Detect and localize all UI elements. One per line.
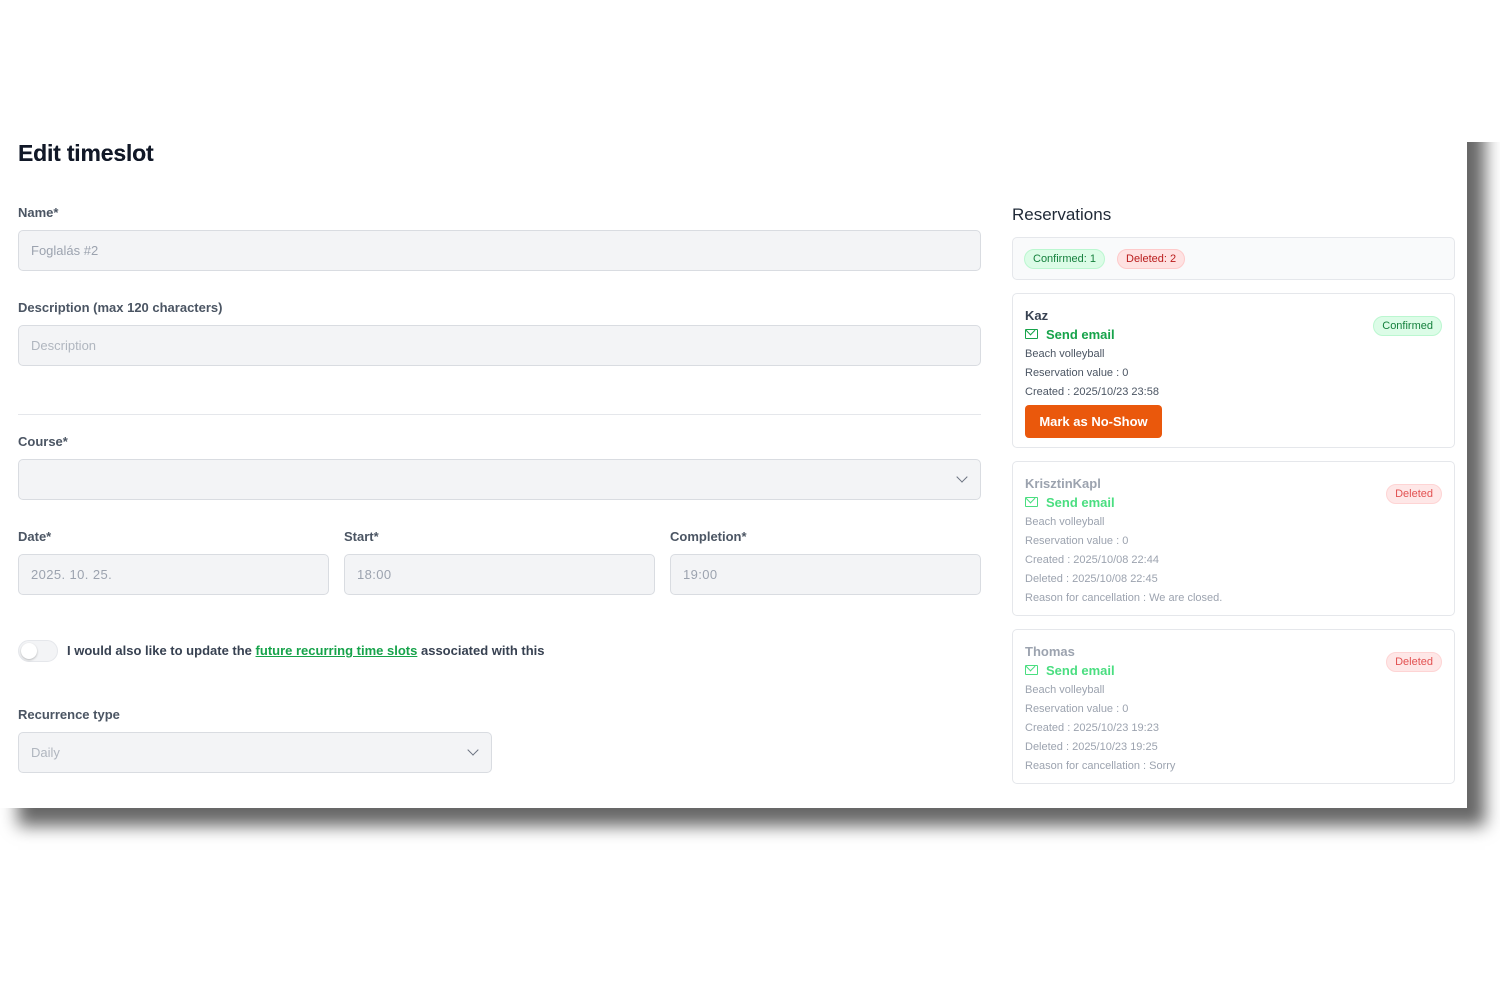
completion-time-input[interactable]: 19:00 [670,554,981,595]
mail-icon [1025,329,1038,339]
reservation-card: KrisztinKapl Send email Beach volleyball… [1012,461,1455,616]
description-label: Description (max 120 characters) [18,300,223,315]
chevron-down-icon [467,744,479,756]
description-input[interactable]: Description [18,325,981,366]
reservation-value: Reservation value : 0 [1025,703,1129,715]
update-recurring-toggle[interactable] [18,640,58,662]
reservation-deleted: Deleted : 2025/10/23 19:25 [1025,741,1158,753]
reservation-course: Beach volleyball [1025,348,1105,360]
status-badge: Confirmed [1373,316,1442,336]
update-recurring-label: I would also like to update the future r… [67,643,545,658]
reservation-course: Beach volleyball [1025,684,1105,696]
cancellation-reason: Reason for cancellation : Sorry [1025,760,1176,772]
send-email-link[interactable]: Send email [1025,663,1115,678]
deleted-count-badge: Deleted: 2 [1117,249,1186,269]
reservations-title: Reservations [1012,205,1112,224]
start-time-input[interactable]: 18:00 [344,554,655,595]
reservation-created: Created : 2025/10/23 19:23 [1025,722,1159,734]
recurrence-select-value: Daily [31,745,60,760]
reservation-name: Kaz [1025,308,1049,323]
mark-no-show-button[interactable]: Mark as No-Show [1025,405,1162,438]
start-label: Start* [344,529,379,544]
date-input[interactable]: 2025. 10. 25. [18,554,329,595]
cancellation-reason: Reason for cancellation : We are closed. [1025,592,1223,604]
reservation-card: Thomas Send email Beach volleyball Reser… [1012,629,1455,784]
reservation-deleted: Deleted : 2025/10/08 22:45 [1025,573,1158,585]
name-input[interactable]: Foglalás #2 [18,230,981,271]
top-whitespace [0,0,1500,142]
toggle-text-before: I would also like to update the [67,643,252,658]
mail-icon [1025,497,1038,507]
status-badge: Deleted [1386,652,1442,672]
reservation-name: KrisztinKapl [1025,476,1101,491]
reservation-course: Beach volleyball [1025,516,1105,528]
status-badge: Deleted [1386,484,1442,504]
reservation-created: Created : 2025/10/08 22:44 [1025,554,1159,566]
reservations-summary: Confirmed: 1 Deleted: 2 [1012,237,1455,280]
reservation-value: Reservation value : 0 [1025,535,1129,547]
toggle-text-after: associated with this [420,643,545,658]
send-email-label: Send email [1046,327,1115,342]
name-label: Name* [18,205,59,220]
recurrence-label: Recurrence type [18,707,120,722]
reservation-card: Kaz Send email Beach volleyball Reservat… [1012,293,1455,448]
course-select[interactable] [18,459,981,500]
reservation-created: Created : 2025/10/23 23:58 [1025,386,1159,398]
reservation-value: Reservation value : 0 [1025,367,1129,379]
divider [18,414,981,415]
send-email-link[interactable]: Send email [1025,327,1115,342]
date-label: Date* [18,529,52,544]
toggle-knob [21,643,37,659]
mail-icon [1025,665,1038,675]
recurrence-select[interactable]: Daily [18,732,492,773]
completion-label: Completion* [670,529,747,544]
course-label: Course* [18,434,68,449]
confirmed-count-badge: Confirmed: 1 [1024,249,1105,269]
future-recurring-link[interactable]: future recurring time slots [256,643,418,658]
page-title-overlay: Edit timeslot [18,140,154,166]
send-email-link[interactable]: Send email [1025,495,1115,510]
send-email-label: Send email [1046,663,1115,678]
reservation-name: Thomas [1025,644,1075,659]
send-email-label: Send email [1046,495,1115,510]
chevron-down-icon [956,471,968,483]
